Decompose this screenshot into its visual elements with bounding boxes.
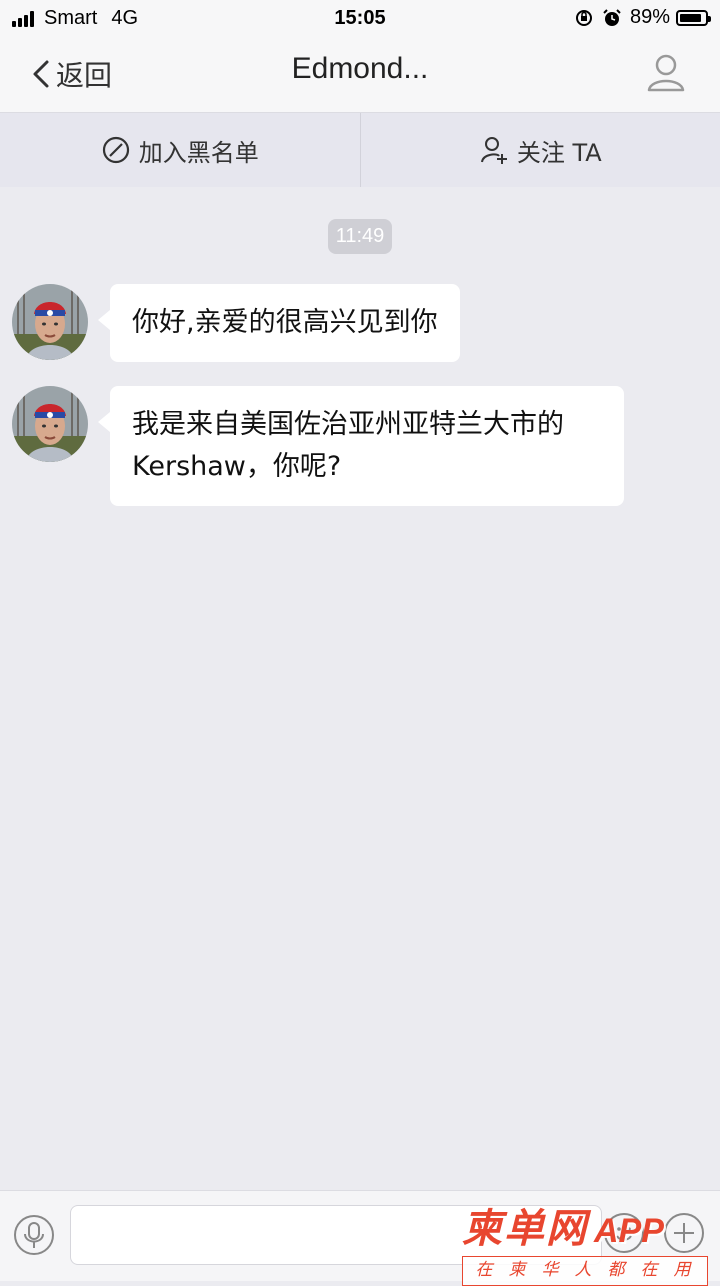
battery-percent: 89% xyxy=(630,6,670,29)
follow-button[interactable]: 关注 TA xyxy=(361,113,720,187)
chat-timestamp: 11:49 xyxy=(328,219,393,254)
emoji-icon xyxy=(606,1215,642,1251)
add-user-icon xyxy=(479,135,509,165)
blacklist-label: 加入黑名单 xyxy=(139,133,259,168)
navigation-bar: 返回 Edmond... xyxy=(0,36,720,113)
add-attachment-button[interactable] xyxy=(664,1213,704,1253)
page-title: Edmond... xyxy=(160,52,560,86)
back-button[interactable]: 返回 xyxy=(30,54,112,94)
message-input[interactable] xyxy=(70,1205,602,1265)
chat-timestamp-row: 11:49 xyxy=(0,219,720,254)
rotation-lock-icon xyxy=(574,8,594,28)
battery-icon xyxy=(676,10,708,26)
blacklist-button[interactable]: 加入黑名单 xyxy=(0,113,360,187)
user-profile-icon[interactable] xyxy=(644,50,688,94)
back-label: 返回 xyxy=(56,54,112,94)
battery-level xyxy=(680,14,701,22)
message-row: 我是来自美国佐治亚州亚特兰大市的 Kershaw，你呢? xyxy=(12,386,624,506)
message-row: 你好,亲爱的很高兴见到你 xyxy=(12,284,460,362)
block-icon xyxy=(101,135,131,165)
input-bar xyxy=(0,1190,720,1281)
chevron-left-icon xyxy=(30,59,52,89)
follow-label: 关注 TA xyxy=(517,133,602,168)
microphone-icon xyxy=(16,1217,52,1253)
avatar[interactable] xyxy=(12,386,88,462)
avatar-photo xyxy=(12,284,88,360)
message-bubble[interactable]: 你好,亲爱的很高兴见到你 xyxy=(110,284,460,362)
status-bar: Smart 4G 15:05 89% xyxy=(0,0,720,36)
action-bar: 加入黑名单 关注 TA xyxy=(0,113,720,187)
voice-button[interactable] xyxy=(14,1215,54,1255)
avatar[interactable] xyxy=(12,284,88,360)
emoji-button[interactable] xyxy=(604,1213,644,1253)
status-right: 89% xyxy=(574,6,708,29)
alarm-icon xyxy=(602,8,622,28)
avatar-photo xyxy=(12,386,88,462)
message-bubble[interactable]: 我是来自美国佐治亚州亚特兰大市的 Kershaw，你呢? xyxy=(110,386,624,506)
